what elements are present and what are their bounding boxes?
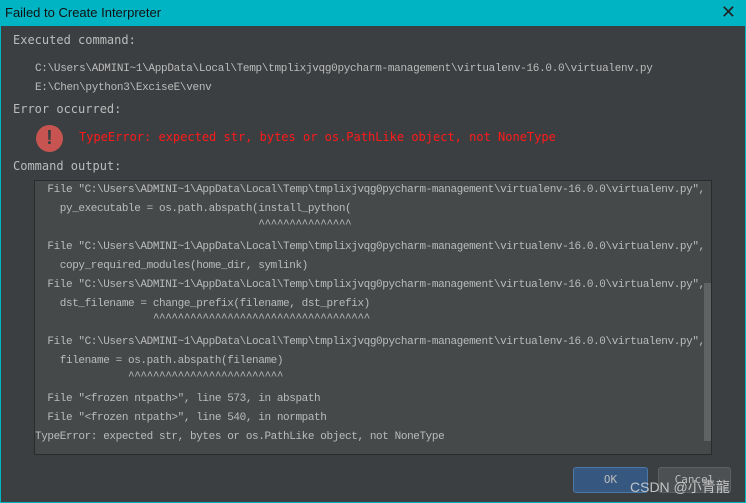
watermark: CSDN @小青龍 xyxy=(630,479,730,495)
command-output-label: Command output: xyxy=(13,159,122,173)
output-line: File "C:\Users\ADMINI~1\AppData\Local\Te… xyxy=(35,241,712,253)
output-line: ^^^^^^^^^^^^^^^ xyxy=(35,219,352,231)
vertical-scrollbar[interactable] xyxy=(704,283,711,441)
command-line: E:\Chen\python3\ExciseE\venv xyxy=(35,82,212,94)
output-line: File "<frozen ntpath>", line 573, in abs… xyxy=(35,393,321,405)
output-line: TypeError: expected str, bytes or os.Pat… xyxy=(35,431,445,443)
output-line: ^^^^^^^^^^^^^^^^^^^^^^^^^^^^^^^^^^^ xyxy=(35,313,370,325)
close-icon[interactable]: ✕ xyxy=(721,2,736,23)
output-line: copy_required_modules(home_dir, symlink) xyxy=(35,260,308,272)
output-line: File "C:\Users\ADMINI~1\AppData\Local\Te… xyxy=(35,336,712,348)
output-line: filename = os.path.abspath(filename) xyxy=(35,355,284,367)
output-line: dst_filename = change_prefix(filename, d… xyxy=(35,298,370,310)
command-line: C:\Users\ADMINI~1\AppData\Local\Temp\tmp… xyxy=(35,63,653,75)
output-line: ^^^^^^^^^^^^^^^^^^^^^^^^^ xyxy=(35,371,284,383)
error-message: TypeError: expected str, bytes or os.Pat… xyxy=(79,130,556,144)
error-occurred-label: Error occurred: xyxy=(13,102,122,116)
command-output-area[interactable]: File "C:\Users\ADMINI~1\AppData\Local\Te… xyxy=(34,180,712,455)
output-line: File "C:\Users\ADMINI~1\AppData\Local\Te… xyxy=(35,279,712,291)
output-line: File "C:\Users\ADMINI~1\AppData\Local\Te… xyxy=(35,184,712,196)
executed-command-label: Executed command: xyxy=(13,33,136,47)
error-icon: ! xyxy=(36,125,63,152)
window-title: Failed to Create Interpreter xyxy=(5,5,162,20)
title-bar: Failed to Create Interpreter ✕ xyxy=(0,0,746,26)
output-line: py_executable = os.path.abspath(install_… xyxy=(35,203,352,215)
output-line: File "<frozen ntpath>", line 540, in nor… xyxy=(35,412,327,424)
